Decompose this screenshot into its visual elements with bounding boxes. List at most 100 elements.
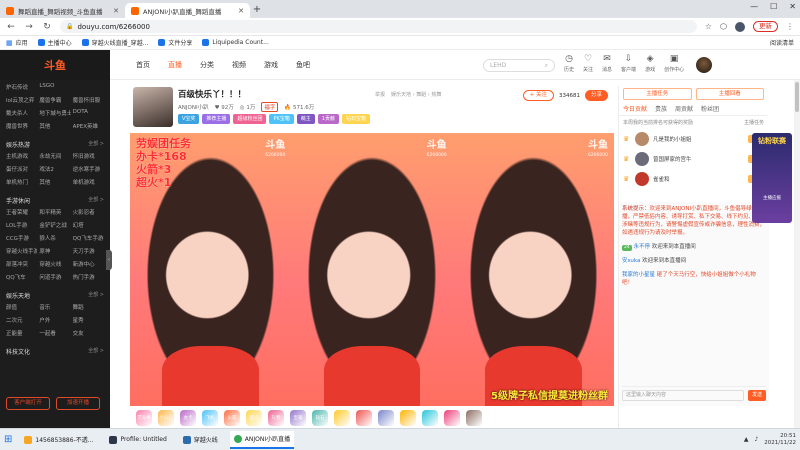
room-tag[interactable]: PK宝箱 (269, 114, 294, 124)
gift-icon[interactable] (422, 410, 438, 426)
header-message[interactable]: ✉ 消息 (602, 54, 612, 73)
sidebar-category-item[interactable]: 音乐 (39, 303, 70, 311)
maximize-icon[interactable]: ☐ (770, 2, 777, 11)
report-link[interactable]: 举报 (375, 91, 385, 98)
gift-icon[interactable] (400, 410, 416, 426)
sidebar-category-item[interactable]: CCG手游 (6, 234, 37, 242)
search-icon[interactable]: ⌕ (545, 60, 548, 71)
sidebar-category-item[interactable]: 天刀手游 (73, 247, 104, 255)
gift-icon[interactable] (444, 410, 460, 426)
new-tab-icon[interactable]: + (250, 3, 264, 18)
sidebar-category-item[interactable]: 怀旧游戏 (73, 152, 104, 160)
share-button[interactable]: 分享 (584, 90, 608, 101)
sidebar-more-link[interactable]: 全部 > (88, 291, 104, 300)
tab-today[interactable]: 今日贡献 (623, 104, 647, 113)
sidebar-category-item[interactable]: QQ飞车手游 (73, 234, 104, 242)
close-tab-icon[interactable]: ✕ (113, 7, 119, 15)
chat-input[interactable]: 这里输入聊天内容 (622, 390, 744, 401)
sidebar-category-item[interactable]: 和平精英 (39, 208, 70, 216)
video-player[interactable]: 斗鱼 6266000 斗鱼 6266000 斗鱼 6266000 劳娱团任务 办卡*1… (130, 133, 614, 406)
sidebar-category-item[interactable]: 一起看 (39, 329, 70, 337)
bookmark-item[interactable]: 文件分享 (158, 38, 192, 47)
gift-icon[interactable]: 超火 (246, 410, 262, 426)
bookmark-apps[interactable]: ▦ 应用 (6, 38, 28, 48)
gift-icon[interactable]: 办卡 (180, 410, 196, 426)
sidebar-category-item[interactable]: QQ飞车 (6, 273, 37, 281)
room-tag[interactable]: 超级粉丝团 (233, 114, 267, 124)
sidebar-category-item[interactable]: 星秀 (73, 316, 104, 324)
streamer-avatar[interactable] (133, 87, 173, 127)
gift-icon[interactable]: 荧光棒 (136, 410, 152, 426)
sidebar-category-item[interactable]: 主机游戏 (6, 152, 37, 160)
taskbar-item-active[interactable]: ANJONI小趴直播 (229, 430, 295, 449)
gift-icon[interactable]: 飞机 (202, 410, 218, 426)
sidebar-category-item[interactable]: 热门手游 (73, 273, 104, 281)
close-tab-icon[interactable]: ✕ (238, 7, 244, 15)
sidebar-category-item[interactable]: 其他 (39, 178, 70, 186)
reading-list[interactable]: 阅读清单 (770, 38, 794, 47)
bookmark-item[interactable]: Liquipedia Count... (202, 39, 269, 46)
sidebar-category-item[interactable]: 穿越火线手游 (6, 247, 37, 255)
back-icon[interactable]: ← (6, 22, 16, 32)
sidebar-category-item[interactable]: 戏法2 (39, 165, 70, 173)
tab-week[interactable]: 周贡献 (675, 104, 693, 113)
header-client[interactable]: ⇩ 客户端 (621, 54, 636, 73)
sidebar-category-item[interactable]: 火影忍者 (73, 208, 104, 216)
send-button[interactable]: 发送 (747, 390, 766, 401)
gift-icon[interactable] (378, 410, 394, 426)
open-client-button[interactable]: 客户端打开 (6, 397, 50, 410)
anchor-replay-button[interactable]: 主播回看 (695, 88, 764, 100)
sidebar-category-item[interactable]: 狼人杀 (39, 234, 70, 242)
sidebar-category-item[interactable]: lol云顶之弈 (6, 96, 37, 104)
sidebar-category-item[interactable]: 新游中心 (73, 260, 104, 268)
sidebar-category-item[interactable]: 炉石传说 (6, 83, 37, 91)
sidebar-category-item[interactable]: 单机游戏 (73, 178, 104, 186)
sidebar-more-link[interactable]: 全部 > (88, 196, 104, 205)
follow-button[interactable]: + 关注 (522, 90, 554, 101)
rank-row[interactable]: ♛ 曾国屏家的宫牛 (619, 149, 768, 169)
room-tag[interactable]: V宝奖 (178, 114, 200, 124)
clock[interactable]: 20:51 2021/11/22 (764, 433, 796, 447)
update-button[interactable]: 更新 (753, 21, 778, 32)
sidebar-more-link[interactable]: 全部 > (88, 347, 104, 356)
sidebar-category-item[interactable]: 二次元 (6, 316, 37, 324)
collapse-sidebar-icon[interactable]: ‹ (106, 250, 112, 270)
taskbar-item[interactable]: 穿越火线 (179, 431, 222, 449)
sidebar-category-item[interactable]: 交友 (73, 329, 104, 337)
sidebar-category-item[interactable]: 金铲铲之战 (39, 221, 70, 229)
sidebar-category-item[interactable]: 魔兽怀旧服 (73, 96, 104, 104)
sidebar-category-item[interactable]: LSGO (39, 83, 70, 91)
bookmark-item[interactable]: 主播中心 (37, 38, 72, 47)
page-scrollbar[interactable] (794, 80, 800, 428)
sidebar-category-item[interactable]: 单机热门 (6, 178, 37, 186)
taskbar-item[interactable]: 1456853886-不透... (20, 431, 97, 449)
nav-live[interactable]: 直播 (168, 60, 182, 70)
sidebar-category-item[interactable]: 幻塔 (73, 221, 104, 229)
browser-tab-active[interactable]: ANJONI小趴直播_舞蹈直播 ✕ (125, 3, 250, 18)
category-breadcrumb[interactable]: 娱乐天地 › 舞蹈 › 热舞 (391, 91, 441, 98)
header-creator[interactable]: ▣ 创作中心 (664, 54, 684, 73)
nav-fishbar[interactable]: 鱼吧 (296, 60, 310, 70)
taskbar-item[interactable]: Profile: Untitled (105, 431, 170, 449)
extension-icon[interactable]: ⬡ (720, 22, 727, 31)
start-stream-button[interactable]: 加速开播 (56, 397, 100, 410)
sidebar-category-item[interactable]: 其他 (39, 122, 70, 130)
gift-icon[interactable] (334, 410, 350, 426)
sidebar-category-item[interactable]: 王者荣耀 (6, 208, 37, 216)
sidebar-category-item[interactable]: 穿越火线 (39, 260, 70, 268)
user-avatar[interactable] (696, 57, 712, 73)
reload-icon[interactable]: ↻ (42, 22, 52, 32)
minimize-icon[interactable]: — (750, 2, 758, 11)
header-history[interactable]: ◷ 历史 (564, 54, 574, 73)
scrollbar-thumb[interactable] (795, 82, 799, 112)
gift-icon[interactable] (356, 410, 372, 426)
promo-banner[interactable]: 钻粉联赛 主播应援 (752, 133, 792, 223)
sidebar-category-item[interactable]: 永劫无间 (39, 152, 70, 160)
tab-fans[interactable]: 粉丝团 (701, 104, 719, 113)
sidebar-category-item[interactable]: 舞蹈 (73, 303, 104, 311)
sidebar-category-item[interactable]: 魔兽世界 (6, 122, 37, 130)
menu-icon[interactable]: ⋮ (786, 22, 794, 31)
gift-icon[interactable]: 小心心 (158, 410, 174, 426)
gift-icon[interactable]: 火箭 (224, 410, 240, 426)
sidebar-category-item[interactable]: 蛋仔派对 (6, 165, 37, 173)
